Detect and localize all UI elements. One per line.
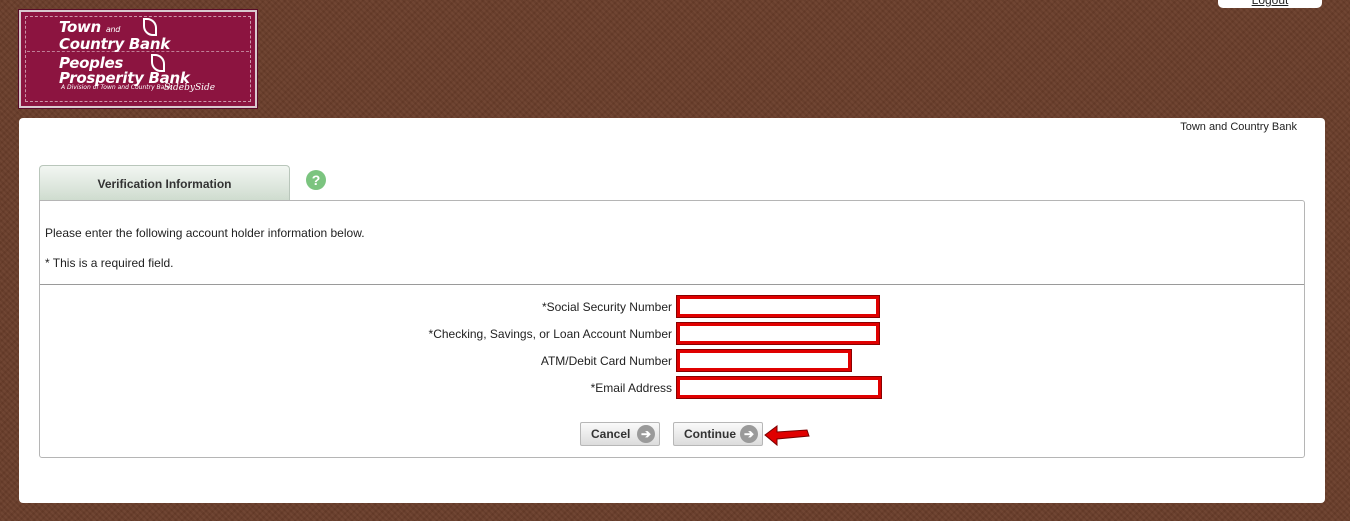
- logo-tagline: A Division of Town and Country Bank: [61, 84, 172, 91]
- question-icon[interactable]: ?: [306, 170, 326, 190]
- ssn-input[interactable]: [676, 295, 880, 318]
- form-row-ssn: *Social Security Number: [40, 295, 1304, 318]
- logout-link[interactable]: Logout: [1218, 0, 1322, 8]
- form-row-email: *Email Address: [40, 376, 1304, 399]
- divider: [40, 284, 1304, 285]
- cancel-button-label: Cancel: [591, 427, 631, 441]
- logo-text-town: Town: [59, 18, 101, 36]
- required-note: * This is a required field.: [45, 256, 174, 270]
- bank-logo[interactable]: Town and Country Bank Peoples Prosperity…: [19, 10, 257, 108]
- arrow-right-icon: ➔: [637, 425, 655, 443]
- continue-button[interactable]: Continue ➔: [673, 422, 763, 446]
- email-input[interactable]: [676, 376, 882, 399]
- bank-name: Town and Country Bank: [1180, 121, 1297, 133]
- tab-verification-information[interactable]: Verification Information: [39, 165, 290, 200]
- logo-text-bank: Bank: [128, 35, 170, 53]
- logo-text-and: and: [105, 25, 121, 34]
- atm-card-label: ATM/Debit Card Number: [540, 354, 672, 368]
- atm-card-input[interactable]: [676, 349, 852, 372]
- form-row-account: *Checking, Savings, or Loan Account Numb…: [40, 322, 1304, 345]
- logo-sidebyside: SidebySide: [164, 83, 216, 93]
- logo-peoples-prosperity: Peoples Prosperity Bank: [59, 56, 190, 86]
- ssn-label: *Social Security Number: [541, 300, 672, 314]
- continue-button-label: Continue: [684, 427, 736, 441]
- account-number-label: *Checking, Savings, or Loan Account Numb…: [428, 327, 672, 341]
- cancel-button[interactable]: Cancel ➔: [580, 422, 660, 446]
- main-panel: Town and Country Bank Verification Infor…: [19, 118, 1325, 503]
- logo-text-country: Country: [59, 35, 124, 53]
- verification-form: Please enter the following account holde…: [39, 200, 1305, 458]
- email-label: *Email Address: [590, 381, 672, 395]
- red-pointer-arrow-icon: [764, 425, 810, 447]
- form-row-atm: ATM/Debit Card Number: [40, 349, 1304, 372]
- intro-text: Please enter the following account holde…: [45, 226, 365, 240]
- account-number-input[interactable]: [676, 322, 880, 345]
- arrow-right-icon: ➔: [740, 425, 758, 443]
